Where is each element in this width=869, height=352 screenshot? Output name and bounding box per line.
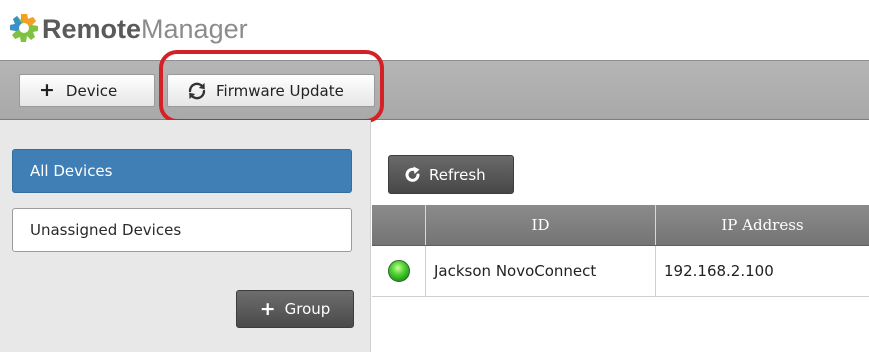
app-brand: RemoteManager [42,14,248,45]
add-group-button[interactable]: + Group [236,290,354,328]
gear-logo-icon [10,14,38,42]
app-title-bar: RemoteManager [0,0,869,58]
refresh-button[interactable]: Refresh [388,155,514,194]
add-group-label: Group [284,300,331,318]
sidebar-item-all-devices[interactable]: All Devices [12,149,352,193]
table-row[interactable]: Jackson NovoConnect 192.168.2.100 [372,246,869,297]
refresh-label: Refresh [429,165,486,184]
refresh-icon [405,166,420,182]
add-device-label: Device [65,81,118,100]
add-device-button[interactable]: + Device [19,74,155,107]
brand-name-light: Manager [141,14,248,44]
sidebar-item-label: All Devices [30,162,113,180]
sidebar-item-label: Unassigned Devices [30,221,182,239]
device-id-cell: Jackson NovoConnect [426,246,656,296]
column-header-status[interactable] [372,205,426,245]
firmware-highlight-annotation [159,50,384,123]
column-header-id[interactable]: ID [426,205,656,245]
brand-name-bold: Remote [42,14,142,44]
main-toolbar: + Device Firmware Update [0,60,869,120]
plus-icon: + [39,79,55,101]
sidebar-item-unassigned-devices[interactable]: Unassigned Devices [12,208,352,252]
status-cell [372,246,426,296]
column-header-ip-address[interactable]: IP Address [656,205,869,245]
online-status-icon [387,260,410,282]
table-header: ID IP Address [372,205,869,246]
plus-icon: + [259,297,276,320]
sidebar: All Devices Unassigned Devices + Group [0,120,371,352]
device-ip-cell: 192.168.2.100 [664,262,774,280]
